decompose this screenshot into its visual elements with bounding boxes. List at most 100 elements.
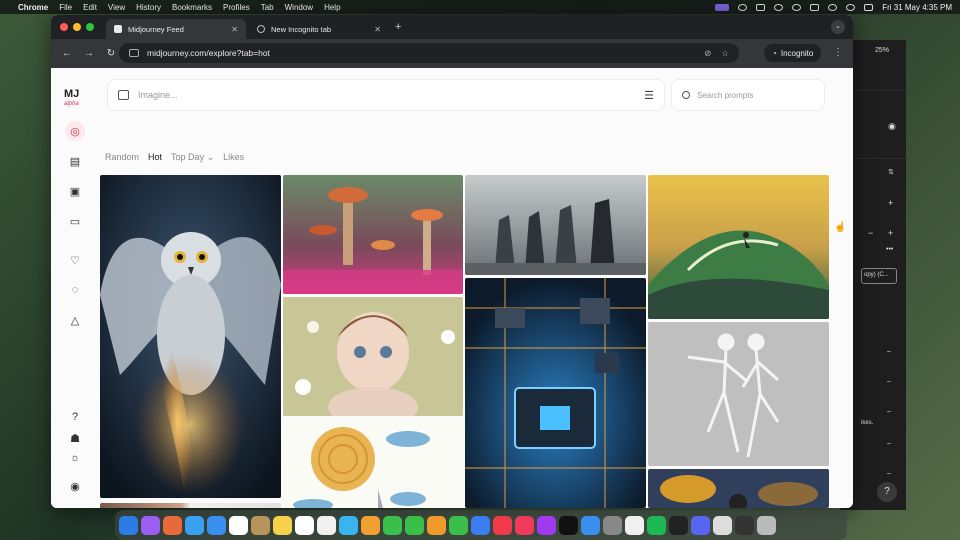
eye-off-icon[interactable]: ⊘ [704,48,711,59]
explore-icon[interactable]: ◎ [65,121,85,141]
tab-random[interactable]: Random [105,152,139,163]
keynote-icon[interactable] [471,515,490,535]
eye-icon[interactable]: ◉ [888,121,896,132]
close-tab-icon[interactable]: ✕ [374,25,381,34]
notifications-icon[interactable]: △ [65,310,85,330]
menu-view[interactable]: View [108,3,125,12]
plus-icon[interactable]: + [888,228,893,238]
copy-button[interactable]: opy) (C... [861,268,897,284]
tab-new-incognito[interactable]: New Incognito tab ✕ [249,19,389,39]
monoliths-image[interactable] [465,175,646,275]
screen-recorder-icon[interactable] [735,515,754,535]
menu-bookmarks[interactable]: Bookmarks [172,3,212,12]
siri-icon[interactable] [141,515,160,535]
news-icon[interactable] [493,515,512,535]
surfer-wave-image[interactable] [648,175,829,319]
menu-profiles[interactable]: Profiles [223,3,250,12]
tab-top-day[interactable]: Top Day ⌄ [171,152,214,163]
tab-hot[interactable]: Hot [148,152,162,163]
skeletons-image[interactable] [648,322,829,466]
control-center-icon[interactable] [864,3,874,11]
close-window-icon[interactable] [60,23,68,31]
menu-tab[interactable]: Tab [261,3,274,12]
notes-app-icon[interactable] [251,515,270,535]
image-upload-icon[interactable] [118,90,129,100]
screenshot-icon[interactable] [713,515,732,535]
tab-search-icon[interactable]: ⌄ [831,20,845,34]
screen-record-icon[interactable] [715,3,730,11]
battery-icon[interactable] [810,3,820,11]
adjust-icon[interactable]: ⇅ [888,168,894,176]
circuit-chip-image[interactable] [465,278,646,508]
theme-icon[interactable]: ☼ [65,448,85,468]
minimize-window-icon[interactable] [73,23,81,31]
tab-midjourney-feed[interactable]: Midjourney Feed ✕ [106,19,246,39]
browser-menu-icon[interactable]: ⋮ [833,47,843,58]
discord-icon[interactable] [691,515,710,535]
stickies-icon[interactable] [273,515,292,535]
camera-icon[interactable] [738,3,748,11]
add-icon[interactable]: + [888,198,893,208]
owl-image[interactable] [100,175,281,498]
facetime-icon[interactable] [405,515,424,535]
more-icon[interactable]: ••• [886,246,893,253]
app-store-icon[interactable] [581,515,600,535]
play-icon[interactable] [792,3,802,11]
music-icon[interactable] [515,515,534,535]
menu-file[interactable]: File [59,3,72,12]
help-icon[interactable]: ? [877,482,897,502]
close-tab-icon[interactable]: ✕ [231,25,238,34]
chrome-icon[interactable] [625,515,644,535]
figma-icon[interactable] [669,515,688,535]
pages-icon[interactable] [427,515,446,535]
menu-history[interactable]: History [136,3,161,12]
tv-icon[interactable] [559,515,578,535]
search-spotlight-icon[interactable] [846,3,856,11]
launchpad-icon[interactable] [163,515,182,535]
mj-logo[interactable]: MJ alpha [64,89,79,109]
account-icon[interactable]: ◉ [65,476,85,496]
menu-window[interactable]: Window [285,3,313,12]
calendar-icon[interactable] [229,515,248,535]
menu-edit[interactable]: Edit [83,3,97,12]
reminders-icon[interactable] [317,515,336,535]
minus-icon[interactable]: − [868,228,873,238]
mushroom-image[interactable] [283,175,463,294]
new-tab-icon[interactable]: + [395,21,401,33]
forward-icon[interactable]: → [81,48,97,59]
wifi-icon[interactable] [828,3,838,11]
zoom-level[interactable]: 25% [875,47,889,54]
child-image[interactable] [283,297,463,416]
imagine-bar[interactable]: Imagine... ☰ [107,79,665,111]
search-prompts-input[interactable]: Search prompts [671,79,825,111]
organize-icon[interactable]: ▣ [65,181,85,201]
maps-icon[interactable] [339,515,358,535]
photos-icon[interactable] [361,515,380,535]
menu-help[interactable]: Help [324,3,340,12]
sun-doodle-image[interactable] [283,419,463,508]
trash-icon[interactable] [757,515,776,535]
autumn-image[interactable] [648,469,829,508]
freeform-icon[interactable] [295,515,314,535]
finder-icon[interactable] [119,515,138,535]
ideas-icon[interactable]: ◌ [65,280,85,300]
clock[interactable]: Fri 31 May 4:35 PM [882,3,952,12]
focus-icon[interactable] [774,3,784,11]
incognito-badge[interactable]: ◔ Incognito [764,44,822,62]
mail-icon[interactable] [207,515,226,535]
safari-icon[interactable] [185,515,204,535]
site-info-icon[interactable] [129,49,139,57]
settings-sliders-icon[interactable]: ☰ [644,89,654,102]
create-icon[interactable]: ▤ [65,151,85,171]
updates-icon[interactable]: ☗ [65,428,85,448]
reload-icon[interactable]: ↻ [103,48,119,59]
address-bar[interactable]: midjourney.com/explore?tab=hot ⊘ ☆ [119,43,739,63]
chat-icon[interactable]: ▭ [65,211,85,231]
spotify-icon[interactable] [647,515,666,535]
bookmark-star-icon[interactable]: ☆ [721,48,729,59]
messages-icon[interactable] [383,515,402,535]
likes-icon[interactable]: ♡ [65,250,85,270]
tab-likes[interactable]: Likes [223,152,244,163]
podcasts-icon[interactable] [537,515,556,535]
portrait-strip-image[interactable] [100,503,281,508]
